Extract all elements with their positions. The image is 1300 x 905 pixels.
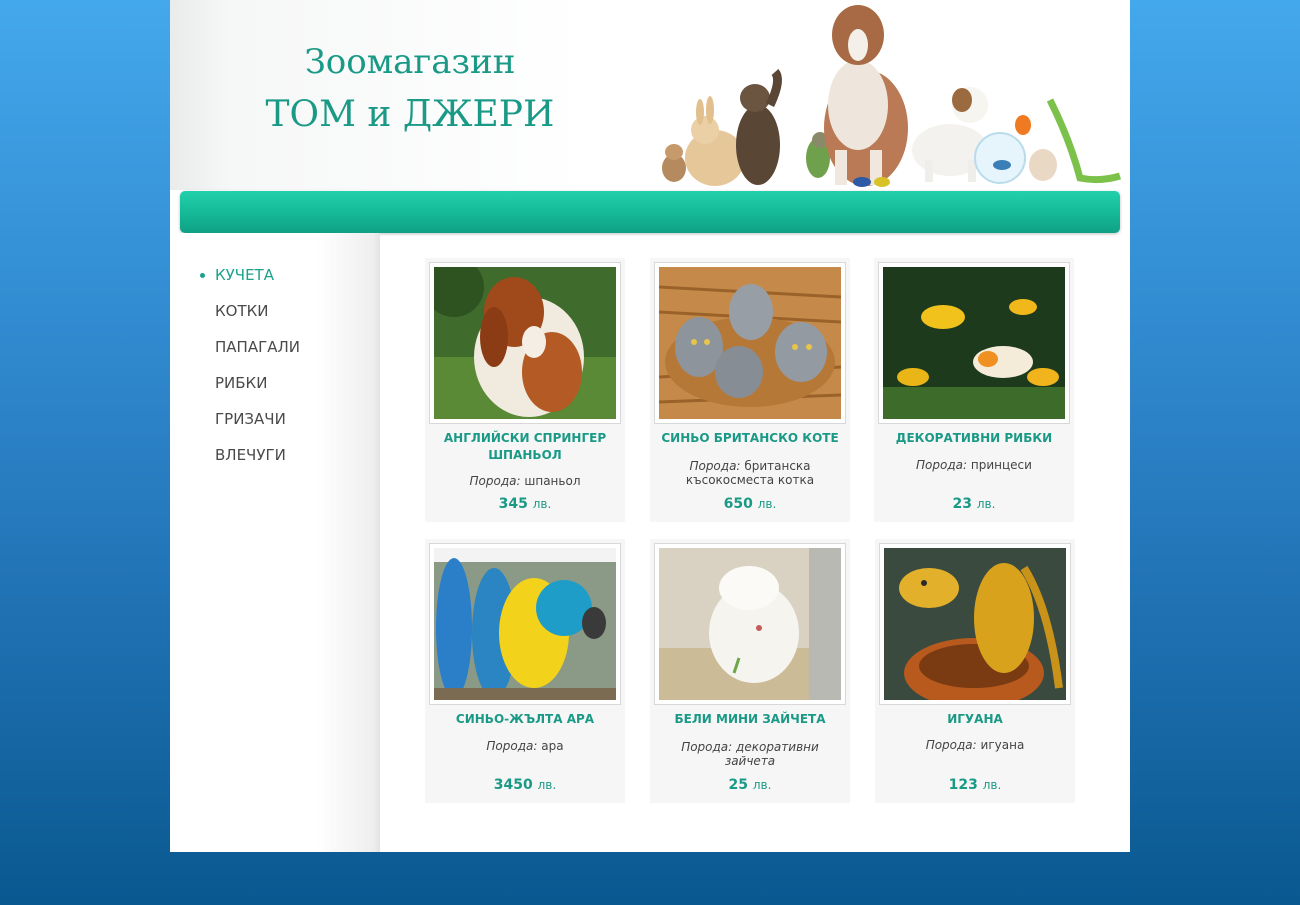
product-card[interactable]: АНГЛИЙСКИ СПРИНГЕР ШПАНЬОЛ Порода: шпань… bbox=[425, 258, 625, 522]
price-value: 123 bbox=[948, 777, 978, 793]
brand-line-1: Зоомагазин bbox=[304, 42, 516, 82]
product-image-iguana[interactable] bbox=[879, 543, 1071, 705]
breed-label: Порода: bbox=[681, 740, 733, 754]
fish-photo bbox=[883, 267, 1065, 419]
price-value: 345 bbox=[498, 496, 528, 512]
product-breed: Порода: принцеси bbox=[880, 458, 1068, 472]
price-currency: лв. bbox=[532, 497, 552, 511]
price-currency: лв. bbox=[976, 497, 996, 511]
sidebar-item-reptiles[interactable]: ВЛЕЧУГИ bbox=[200, 443, 300, 479]
page-container: Зоомагазин ТОМ и ДЖЕРИ КУЧЕТА КОТКИ ПАПА… bbox=[170, 0, 1130, 852]
product-price: 123 лв. bbox=[881, 777, 1069, 793]
product-name[interactable]: СИНЬО-ЖЪЛТА АРА bbox=[431, 711, 619, 728]
price-currency: лв. bbox=[982, 778, 1002, 792]
sidebar-item-dogs[interactable]: КУЧЕТА bbox=[200, 263, 300, 299]
price-currency: лв. bbox=[537, 778, 557, 792]
breed-value: принцеси bbox=[970, 458, 1032, 472]
product-price: 650 лв. bbox=[656, 496, 844, 512]
price-value: 23 bbox=[952, 496, 973, 512]
sidebar: КУЧЕТА КОТКИ ПАПАГАЛИ РИБКИ ГРИЗАЧИ ВЛЕЧ… bbox=[170, 233, 380, 852]
product-card[interactable]: СИНЬО БРИТАНСКО КОТЕ Порода: британска к… bbox=[650, 258, 850, 522]
price-value: 25 bbox=[728, 777, 749, 793]
product-price: 345 лв. bbox=[431, 496, 619, 512]
product-card[interactable]: ДЕКОРАТИВНИ РИБКИ Порода: принцеси 23 лв… bbox=[874, 258, 1074, 522]
breed-value: ара bbox=[541, 739, 564, 753]
product-card[interactable]: БЕЛИ МИНИ ЗАЙЧЕТА Порода: декоративни за… bbox=[650, 539, 850, 803]
product-image-fish[interactable] bbox=[878, 262, 1070, 424]
product-price: 23 лв. bbox=[880, 496, 1068, 512]
sidebar-item-parrots[interactable]: ПАПАГАЛИ bbox=[200, 335, 300, 371]
product-breed: Порода: декоративни зайчета bbox=[656, 740, 844, 768]
price-value: 3450 bbox=[493, 777, 533, 793]
product-price: 25 лв. bbox=[656, 777, 844, 793]
macaw-photo bbox=[434, 548, 616, 700]
product-card[interactable]: СИНЬО-ЖЪЛТА АРА Порода: ара 3450 лв. bbox=[425, 539, 625, 803]
product-image-bunny[interactable] bbox=[654, 543, 846, 705]
product-name[interactable]: ИГУАНА bbox=[881, 711, 1069, 728]
product-breed: Порода: британска късокосместа котка bbox=[656, 459, 844, 487]
product-grid: АНГЛИЙСКИ СПРИНГЕР ШПАНЬОЛ Порода: шпань… bbox=[425, 258, 1085, 804]
sidebar-item-cats[interactable]: КОТКИ bbox=[200, 299, 300, 335]
product-name[interactable]: БЕЛИ МИНИ ЗАЙЧЕТА bbox=[656, 711, 844, 728]
product-name[interactable]: АНГЛИЙСКИ СПРИНГЕР ШПАНЬОЛ bbox=[431, 430, 619, 464]
category-menu: КУЧЕТА КОТКИ ПАПАГАЛИ РИБКИ ГРИЗАЧИ ВЛЕЧ… bbox=[200, 263, 300, 479]
product-breed: Порода: ара bbox=[431, 739, 619, 753]
breed-label: Порода: bbox=[925, 738, 977, 752]
breed-label: Порода: bbox=[469, 474, 521, 488]
breed-value: шпаньол bbox=[524, 474, 581, 488]
spaniel-photo bbox=[434, 267, 616, 419]
iguana-photo bbox=[884, 548, 1066, 700]
product-card[interactable]: ИГУАНА Порода: игуана 123 лв. bbox=[875, 539, 1075, 803]
product-image-kitten[interactable] bbox=[654, 262, 846, 424]
product-image-spaniel[interactable] bbox=[429, 262, 621, 424]
breed-label: Порода: bbox=[486, 739, 538, 753]
product-breed: Порода: игуана bbox=[881, 738, 1069, 752]
breed-label: Порода: bbox=[689, 459, 741, 473]
product-name[interactable]: ДЕКОРАТИВНИ РИБКИ bbox=[880, 430, 1068, 447]
product-breed: Порода: шпаньол bbox=[431, 474, 619, 488]
brand-line-2: ТОМ и ДЖЕРИ bbox=[265, 94, 555, 135]
product-price: 3450 лв. bbox=[431, 777, 619, 793]
breed-value: игуана bbox=[980, 738, 1025, 752]
top-navbar bbox=[180, 191, 1120, 233]
price-currency: лв. bbox=[752, 778, 772, 792]
breed-value: декоративни зайчета bbox=[724, 740, 819, 768]
sidebar-item-rodents[interactable]: ГРИЗАЧИ bbox=[200, 407, 300, 443]
product-name[interactable]: СИНЬО БРИТАНСКО КОТЕ bbox=[656, 430, 844, 447]
site-logo[interactable]: Зоомагазин ТОМ и ДЖЕРИ bbox=[265, 38, 555, 144]
breed-label: Порода: bbox=[916, 458, 968, 472]
price-currency: лв. bbox=[757, 497, 777, 511]
product-image-macaw[interactable] bbox=[429, 543, 621, 705]
bunny-photo bbox=[659, 548, 841, 700]
price-value: 650 bbox=[723, 496, 753, 512]
kitten-photo bbox=[659, 267, 841, 419]
sidebar-item-fish[interactable]: РИБКИ bbox=[200, 371, 300, 407]
site-header: Зоомагазин ТОМ и ДЖЕРИ bbox=[170, 0, 1130, 190]
header-animals-image bbox=[662, 5, 1122, 187]
